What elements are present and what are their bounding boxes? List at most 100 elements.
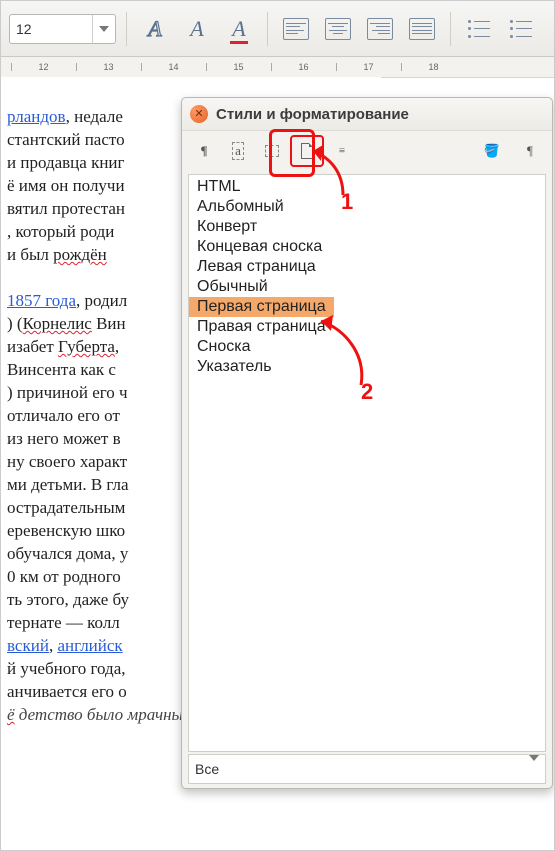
document-text: , который роди — [7, 222, 114, 241]
document-text: и продавца книг — [7, 153, 125, 172]
toolbar-separator — [450, 12, 451, 46]
document-text: ё — [7, 705, 15, 724]
formatting-toolbar: 12 A A A — [1, 1, 554, 57]
document-text: из него может в — [7, 429, 121, 448]
document-hyperlink[interactable]: рландов — [7, 107, 66, 126]
font-size-dropdown[interactable] — [92, 15, 115, 43]
list-styles-button[interactable]: ≡ — [326, 136, 358, 166]
style-list-item[interactable]: Альбомный — [189, 197, 545, 217]
dialog-title: Стили и форматирование — [216, 106, 409, 123]
text-outline-button[interactable]: A — [137, 11, 173, 47]
ruler-mark: 18 — [401, 57, 466, 77]
footer-filter-label: Все — [195, 761, 219, 777]
document-text: ть этого, даже бу — [7, 590, 129, 609]
document-text: отличало его от — [7, 406, 120, 425]
style-list-item[interactable]: Указатель — [189, 357, 545, 377]
toolbar-separator — [267, 12, 268, 46]
letter-a-outline-icon: A — [148, 16, 161, 42]
frame-icon — [265, 145, 279, 157]
numbered-list-button[interactable] — [461, 11, 497, 47]
document-text: й учебного года, — [7, 659, 126, 678]
styles-and-formatting-dialog: ✕ Стили и форматирование ¶ a ≡ 🪣 ¶ HTMLА… — [181, 97, 553, 789]
dialog-footer-combo[interactable]: Все — [188, 754, 546, 784]
new-style-button[interactable]: ¶ — [514, 136, 546, 166]
style-list-item[interactable]: Правая страница — [189, 317, 545, 337]
document-text: острадательным — [7, 498, 125, 517]
document-text: стантский пасто — [7, 130, 125, 149]
page-styles-button[interactable] — [290, 135, 324, 167]
list-icon: ≡ — [339, 146, 345, 157]
document-hyperlink[interactable]: 1857 года — [7, 291, 76, 310]
letter-a-color-icon: A — [232, 16, 245, 42]
document-text: обучался дома, у — [7, 544, 128, 563]
toolbar-separator — [126, 12, 127, 46]
character-styles-button[interactable]: a — [222, 136, 254, 166]
ruler-mark: 15 — [206, 57, 271, 77]
document-text: , — [115, 337, 119, 356]
ruler-mark: 16 — [271, 57, 336, 77]
fill-format-mode-button[interactable]: 🪣 — [476, 136, 508, 166]
align-justify-icon — [409, 18, 435, 40]
align-right-icon — [367, 18, 393, 40]
text-italic-style-button[interactable]: A — [179, 11, 215, 47]
align-left-button[interactable] — [278, 11, 314, 47]
ruler-mark: 13 — [76, 57, 141, 77]
align-justify-button[interactable] — [404, 11, 440, 47]
ruler-mark: 14 — [141, 57, 206, 77]
text-color-button[interactable]: A — [221, 11, 257, 47]
document-text: Винсента как с — [7, 360, 116, 379]
document-text: тернате — колл — [7, 613, 120, 632]
document-text: 0 км от родного — [7, 567, 121, 586]
document-text: Губерта — [58, 337, 115, 356]
align-center-icon — [325, 18, 351, 40]
bulleted-list-icon — [510, 20, 532, 38]
style-list-item[interactable]: Первая страница — [189, 297, 334, 317]
dialog-toolbar: ¶ a ≡ 🪣 ¶ — [182, 131, 552, 171]
paint-bucket-icon: 🪣 — [484, 143, 500, 159]
document-text: и был — [7, 245, 53, 264]
align-left-icon — [283, 18, 309, 40]
document-text: Вин — [92, 314, 126, 333]
style-list-item[interactable]: HTML — [189, 177, 545, 197]
pilcrow-new-icon: ¶ — [527, 143, 533, 159]
document-text: , недале — [66, 107, 123, 126]
paragraph-styles-button[interactable]: ¶ — [188, 136, 220, 166]
page-icon — [301, 143, 313, 159]
character-a-icon: a — [232, 142, 244, 160]
document-text: ну своего характ — [7, 452, 127, 471]
document-text: анчивается его о — [7, 682, 127, 701]
align-center-button[interactable] — [320, 11, 356, 47]
document-text: , родил — [76, 291, 127, 310]
styles-list[interactable]: HTMLАльбомныйКонвертКонцевая сноскаЛевая… — [188, 174, 546, 752]
ruler-mark: 12 — [11, 57, 76, 77]
align-right-button[interactable] — [362, 11, 398, 47]
document-text: ё имя он получи — [7, 176, 125, 195]
document-hyperlink[interactable]: английск — [57, 636, 122, 655]
horizontal-ruler[interactable]: 12 13 14 15 16 17 18 — [1, 57, 554, 78]
document-text: еревенскую шко — [7, 521, 125, 540]
document-text: рождён — [53, 245, 107, 264]
font-size-combo[interactable]: 12 — [9, 14, 116, 44]
document-text: вятил протестан — [7, 199, 125, 218]
style-list-item[interactable]: Сноска — [189, 337, 545, 357]
document-text: ) причиной его ч — [7, 383, 128, 402]
document-text: ми детьми. В гла — [7, 475, 129, 494]
close-icon: ✕ — [194, 109, 203, 120]
frame-styles-button[interactable] — [256, 136, 288, 166]
letter-a-italic-icon: A — [190, 16, 203, 42]
ruler-mark: 17 — [336, 57, 401, 77]
font-size-value[interactable]: 12 — [10, 21, 92, 37]
style-list-item[interactable]: Левая страница — [189, 257, 545, 277]
dialog-titlebar[interactable]: ✕ Стили и форматирование — [182, 98, 552, 131]
document-hyperlink[interactable]: вский — [7, 636, 49, 655]
pilcrow-icon: ¶ — [200, 143, 207, 159]
style-list-item[interactable]: Обычный — [189, 277, 545, 297]
document-text: изабет — [7, 337, 58, 356]
document-text: Корнелис — [23, 314, 92, 333]
document-text: ) ( — [7, 314, 23, 333]
style-list-item[interactable]: Конверт — [189, 217, 545, 237]
dialog-close-button[interactable]: ✕ — [190, 105, 208, 123]
style-list-item[interactable]: Концевая сноска — [189, 237, 545, 257]
numbered-list-icon — [468, 20, 490, 38]
bulleted-list-button[interactable] — [503, 11, 539, 47]
